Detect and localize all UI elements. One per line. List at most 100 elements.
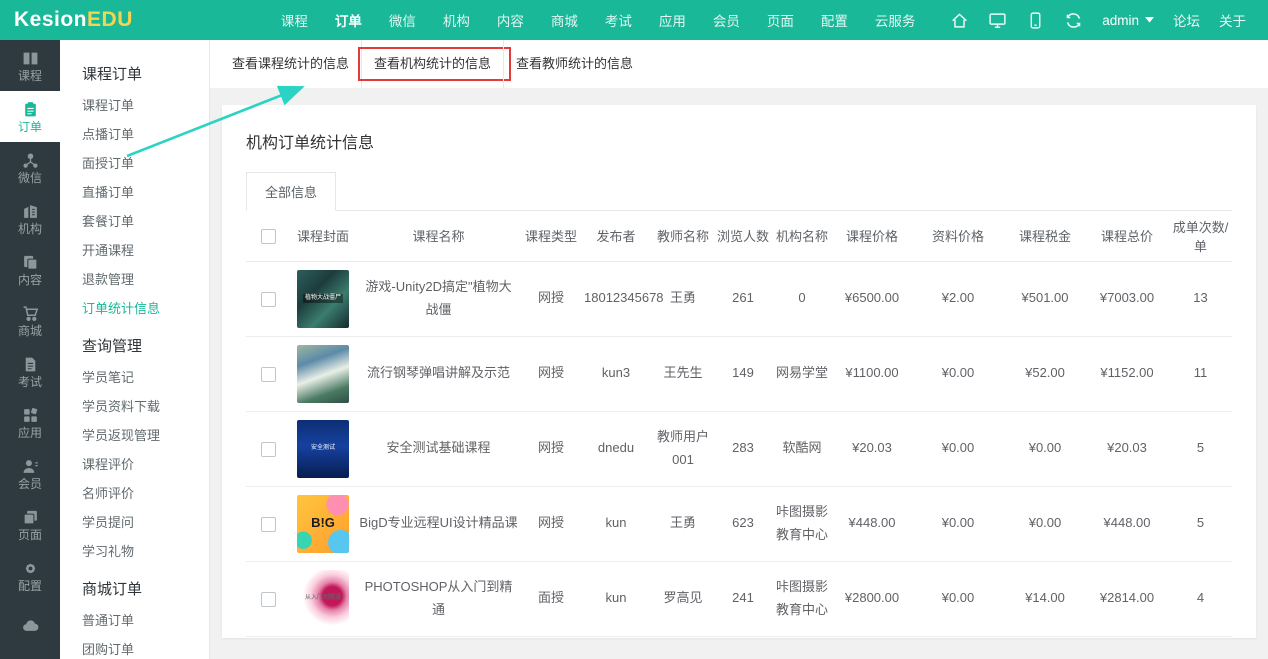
stat-tab[interactable]: 查看机构统计的信息 [358,40,512,88]
submenu-item[interactable]: 团购订单 [82,634,209,659]
submenu-item[interactable]: 学员笔记 [82,362,209,391]
stat-tab[interactable]: 查看课程统计的信息 [220,40,361,88]
cell-material-price: ¥2.00 [911,261,1005,337]
forum-link[interactable]: 论坛 [1173,10,1200,30]
submenu-item[interactable]: 开通课程 [82,235,209,264]
submenu-item[interactable]: 课程订单 [82,90,209,119]
cell-publisher: kun3 [581,336,651,412]
row-checkbox[interactable] [260,591,276,607]
column-header: 教师名称 [651,211,715,262]
top-nav-item[interactable]: 应用 [659,10,686,30]
submenu-item[interactable]: 订单统计信息 [82,293,209,322]
sidebar-item-label: 页面 [17,527,42,542]
column-header: 浏览人数 [715,211,771,262]
cell-course-price: ¥20.03 [833,411,911,487]
select-all-cell [246,211,290,262]
desktop-icon[interactable] [988,11,1007,30]
cell-order-count: 5 [1169,486,1232,562]
row-checkbox[interactable] [260,516,276,532]
select-all-checkbox[interactable] [260,228,276,244]
column-header: 课程类型 [521,211,581,262]
top-nav-item[interactable]: 机构 [443,10,470,30]
top-nav-item[interactable]: 云服务 [875,10,916,30]
cell-course-name: 游戏-Unity2D搞定"植物大战僵 [356,261,521,337]
logo-text-primary: Kesion [14,8,88,31]
sidebar-item-apps[interactable]: 应用 [0,397,60,448]
refresh-icon[interactable] [1064,11,1083,30]
top-nav-item[interactable]: 内容 [497,10,524,30]
column-header: 课程价格 [833,211,911,262]
submenu-item[interactable]: 面授订单 [82,148,209,177]
sidebar-item-organizations[interactable]: 机构 [0,193,60,244]
submenu-item[interactable]: 套餐订单 [82,206,209,235]
cell-course-price: ¥6500.00 [833,261,911,337]
cell-course-name: PHOTOSHOP从入门到精通 [356,561,521,637]
sidebar-item-members[interactable]: 会员 [0,448,60,499]
building-icon [22,203,39,220]
row-checkbox[interactable] [260,291,276,307]
submenu-item[interactable]: 课程评价 [82,449,209,478]
sidebar-item-pages[interactable]: 页面 [0,499,60,550]
book-icon [22,50,39,67]
sidebar-item-courses[interactable]: 课程 [0,40,60,91]
sidebar-item-mall[interactable]: 商城 [0,295,60,346]
column-header: 机构名称 [771,211,833,262]
top-nav-item[interactable]: 页面 [767,10,794,30]
home-icon[interactable] [950,11,969,30]
cell-views: 261 [715,261,771,337]
admin-menu[interactable]: admin [1102,13,1154,28]
cell-teacher: 王先生 [651,336,715,412]
pages-icon [22,254,39,271]
card-title: 机构订单统计信息 [246,135,375,152]
top-nav-item[interactable]: 微信 [389,10,416,30]
cell-course-type: 网授 [521,336,581,412]
column-header: 资料价格 [911,211,1005,262]
table-row: 流行钢琴弹唱讲解及示范 网授 kun3 王先生 149 网易学堂 ¥1100.0… [246,336,1232,412]
sidebar-item-exams[interactable]: 考试 [0,346,60,397]
sidebar-item-cloud[interactable] [0,601,60,652]
submenu-item[interactable]: 学员返现管理 [82,420,209,449]
top-nav-item[interactable]: 考试 [605,10,632,30]
cell-course-name: 安全测试基础课程 [356,411,521,487]
cell-select [246,336,290,412]
submenu-item[interactable]: 退款管理 [82,264,209,293]
column-header: 课程总价 [1085,211,1169,262]
submenu-item[interactable]: 普通订单 [82,605,209,634]
sidebar-item-settings[interactable]: 配置 [0,550,60,601]
top-nav-item[interactable]: 课程 [281,10,308,30]
top-nav-item[interactable]: 配置 [821,10,848,30]
cell-course-total: ¥2814.00 [1085,561,1169,637]
submenu-item[interactable]: 学员提问 [82,507,209,536]
stat-tabs: 查看课程统计的信息 查看机构统计的信息 查看教师统计的信息 [210,40,1268,88]
sidebar-item-orders[interactable]: 订单 [0,91,60,142]
about-link[interactable]: 关于 [1219,10,1246,30]
sidebar-item-wechat[interactable]: 微信 [0,142,60,193]
column-header: 课程名称 [356,211,521,262]
submenu-item[interactable]: 名师评价 [82,478,209,507]
cell-select [246,411,290,487]
submenu-item: 查询管理 [82,338,143,355]
sidebar-item-label: 订单 [17,119,42,134]
submenu-item[interactable]: 学员资料下载 [82,391,209,420]
mobile-icon[interactable] [1026,11,1045,30]
cell-publisher: kun [581,486,651,562]
stat-tab[interactable]: 查看教师统计的信息 [503,40,645,88]
sidebar-item-content[interactable]: 内容 [0,244,60,295]
submenu-item[interactable]: 直播订单 [82,177,209,206]
tab-all-info[interactable]: 全部信息 [246,172,337,211]
sub-sidebar: 课程订单 课程订单 点播订单 面授订单 直播订单 套餐订单 开通课程 退款管理 订单统计信息 查询… [60,40,210,659]
course-thumbnail [297,344,349,403]
kesionedu-admin-page: KesionEDU 课程 订单 微信 机构 内容 商城 考试 应用 会员 页面 配置 云服务 admi… [0,0,1268,659]
top-nav-item[interactable]: 商城 [551,10,578,30]
top-nav-item[interactable]: 会员 [713,10,740,30]
cell-course-type: 面授 [521,561,581,637]
table-header-row: 课程封面 课程名称 课程类型 发布者 教师名称 浏览人数 机构名称 课程价格 资料价格 课程税金课… [246,211,1232,262]
top-nav-item[interactable]: 订单 [335,10,362,30]
user-icon [22,458,39,475]
submenu-item[interactable]: 点播订单 [82,119,209,148]
row-checkbox[interactable] [260,366,276,382]
submenu-item[interactable]: 学习礼物 [82,536,209,565]
top-header: KesionEDU 课程 订单 微信 机构 内容 商城 考试 应用 会员 页面 配置 云服务 admi… [0,0,1268,40]
row-checkbox[interactable] [260,441,276,457]
cell-teacher: 王勇 [651,486,715,562]
